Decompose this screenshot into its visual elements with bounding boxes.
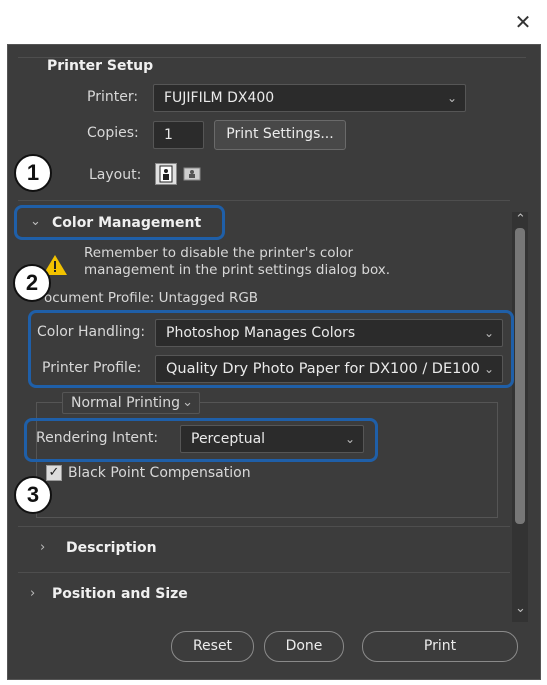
reset-button[interactable]: Reset — [171, 631, 254, 662]
portrait-layout-icon[interactable] — [155, 163, 177, 185]
printer-label: Printer: — [87, 89, 139, 105]
close-icon[interactable]: ✕ — [511, 10, 535, 34]
scrollbar-thumb[interactable] — [515, 228, 525, 524]
chevron-down-icon: ⌄ — [446, 91, 457, 105]
warning-line-2: management in the print settings dialog … — [84, 262, 391, 278]
color-handling-label: Color Handling: — [37, 324, 146, 340]
scroll-down-icon[interactable]: ⌄ — [515, 601, 526, 616]
black-point-checkbox[interactable]: ✓ — [46, 465, 62, 481]
chevron-down-icon: ⌄ — [483, 362, 494, 376]
printing-mode-select[interactable]: Normal Printing ⌄ — [62, 392, 200, 414]
callout-number-3: 3 — [14, 476, 52, 514]
copies-input[interactable]: 1 — [153, 121, 204, 149]
printer-select[interactable]: FUJIFILM DX400 ⌄ — [153, 84, 466, 112]
scroll-up-icon[interactable]: ⌃ — [515, 212, 526, 227]
warning-line-1: Remember to disable the printer's color — [84, 245, 354, 261]
color-management-title[interactable]: Color Management — [52, 215, 201, 231]
rendering-intent-label: Rendering Intent: — [36, 430, 159, 446]
chevron-down-icon: ⌄ — [483, 326, 494, 340]
chevron-down-icon: ⌄ — [344, 432, 355, 446]
callout-number-1: 1 — [14, 154, 52, 192]
print-button[interactable]: Print — [362, 631, 518, 662]
rendering-intent-value: Perceptual — [191, 431, 266, 447]
color-handling-value: Photoshop Manages Colors — [166, 325, 356, 341]
chevron-down-icon: ⌄ — [182, 395, 193, 410]
landscape-layout-icon[interactable] — [182, 164, 204, 184]
document-profile: ocument Profile: Untagged RGB — [44, 290, 259, 306]
window-titlebar — [0, 0, 547, 44]
printer-profile-select[interactable]: Quality Dry Photo Paper for DX100 / DE10… — [155, 355, 503, 383]
rendering-intent-select[interactable]: Perceptual ⌄ — [180, 425, 364, 453]
callout-number-2: 2 — [13, 264, 51, 302]
chevron-right-icon[interactable]: › — [40, 540, 45, 555]
black-point-label: Black Point Compensation — [68, 465, 251, 481]
copies-value: 1 — [164, 127, 173, 143]
print-settings-button[interactable]: Print Settings... — [214, 120, 346, 150]
description-section[interactable]: Description — [66, 540, 157, 556]
section-divider — [18, 572, 510, 573]
chevron-right-icon[interactable]: › — [30, 586, 35, 601]
layout-label: Layout: — [89, 167, 142, 183]
copies-label: Copies: — [87, 125, 139, 141]
position-size-section[interactable]: Position and Size — [52, 586, 188, 602]
done-button[interactable]: Done — [264, 631, 344, 662]
printer-value: FUJIFILM DX400 — [164, 90, 275, 106]
printer-setup-title: Printer Setup — [47, 58, 154, 74]
printing-mode-value: Normal Printing — [71, 395, 180, 411]
printer-profile-value: Quality Dry Photo Paper for DX100 / DE10… — [166, 361, 480, 377]
printer-profile-label: Printer Profile: — [42, 360, 142, 376]
section-divider — [18, 526, 510, 527]
color-handling-select[interactable]: Photoshop Manages Colors ⌄ — [155, 319, 503, 347]
chevron-down-icon[interactable]: ⌄ — [30, 214, 41, 229]
